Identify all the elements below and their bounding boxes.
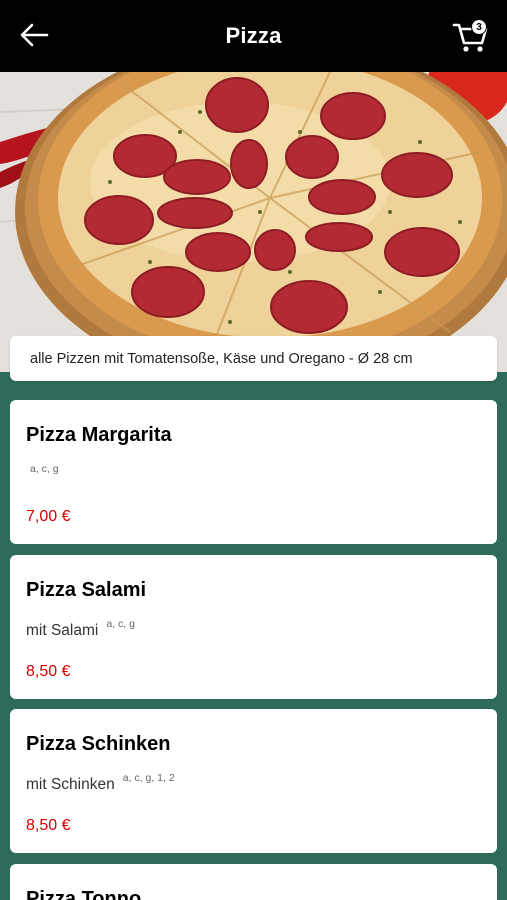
menu-item-card[interactable]: Pizza Margarita a, c, g 7,00 € (10, 400, 497, 544)
menu-item-allergens: a, c, g (30, 463, 59, 475)
menu-item-name: Pizza Tonno (26, 888, 142, 900)
top-bar: Pizza 3 (0, 0, 507, 72)
cart-count-badge: 3 (471, 19, 487, 35)
menu-item-price: 8,50 € (26, 663, 71, 680)
page-title: Pizza (225, 23, 282, 48)
menu-item-card[interactable]: Pizza Salami mit Salami a, c, g 8,50 € (10, 555, 497, 699)
menu-item-allergens: a, c, g, 1, 2 (122, 772, 175, 784)
category-hero-image (0, 72, 507, 372)
menu-item-description: mit Salami (26, 622, 99, 639)
menu-item-card[interactable]: Pizza Tonno (10, 864, 497, 900)
menu-item-name: Pizza Schinken (26, 733, 171, 755)
arrow-left-icon (20, 23, 49, 47)
menu-item-name: Pizza Margarita (26, 424, 172, 446)
cart-button[interactable]: 3 (451, 16, 491, 56)
menu-item-name: Pizza Salami (26, 579, 147, 601)
back-button[interactable] (14, 18, 54, 52)
menu-item-allergens: a, c, g (106, 618, 135, 630)
menu-item-description: mit Schinken (26, 776, 115, 793)
menu-item-price: 8,50 € (26, 817, 71, 834)
menu-item-price: 7,00 € (26, 508, 71, 525)
category-info-box: alle Pizzen mit Tomatensoße, Käse und Or… (10, 336, 497, 381)
menu-item-card[interactable]: Pizza Schinken mit Schinken a, c, g, 1, … (10, 709, 497, 853)
category-info-text: alle Pizzen mit Tomatensoße, Käse und Or… (30, 350, 413, 367)
